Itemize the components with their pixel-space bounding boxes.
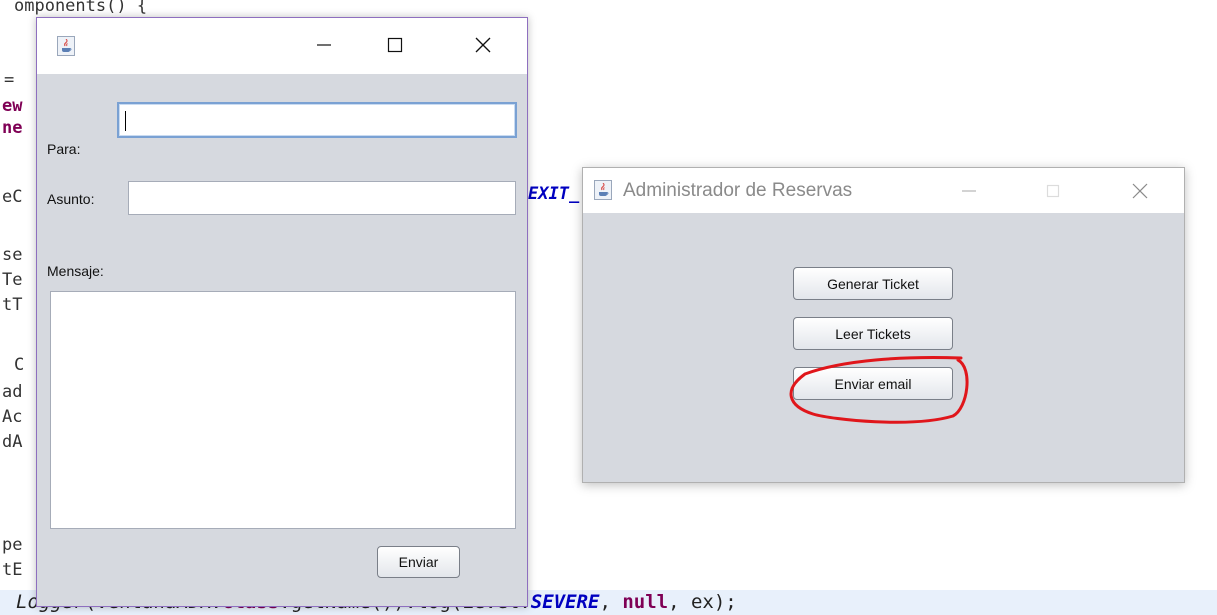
admin-window-title: Administrador de Reservas (623, 180, 853, 201)
code-fragment: eC (2, 187, 23, 207)
code-fragment: dA (2, 432, 23, 452)
mensaje-textarea[interactable] (50, 291, 516, 529)
enviar-button[interactable]: Enviar (377, 546, 460, 578)
close-icon[interactable] (1120, 168, 1160, 213)
minimize-icon[interactable] (949, 168, 989, 213)
code-fragment: ad (2, 382, 23, 402)
code-fragment: Te (2, 270, 23, 290)
code-line-components: omponents() { (14, 0, 148, 16)
maximize-icon[interactable] (375, 22, 415, 67)
code-fragment: ne (2, 118, 23, 138)
generar-ticket-button[interactable]: Generar Ticket (793, 267, 953, 300)
email-window: Para: Asunto: Mensaje: Enviar (36, 17, 528, 607)
code-fragment: = (4, 70, 15, 90)
code-fragment: pe (2, 535, 23, 555)
code-fragment: C (14, 355, 25, 375)
code-fragment: tE (2, 560, 23, 580)
code-fragment: tT (2, 295, 23, 315)
leer-tickets-button[interactable]: Leer Tickets (793, 317, 953, 350)
code-fragment: ew (2, 96, 23, 116)
code-fragment-exit: EXIT_ (528, 184, 580, 204)
close-icon[interactable] (463, 22, 503, 67)
code-fragment: se (2, 245, 23, 265)
java-app-icon (57, 36, 75, 56)
code-fragment: Ac (2, 407, 23, 427)
para-input[interactable] (117, 102, 517, 138)
admin-window-titlebar[interactable]: Administrador de Reservas (583, 168, 1184, 213)
asunto-input[interactable] (128, 181, 516, 215)
maximize-icon[interactable] (1033, 168, 1073, 213)
email-window-titlebar[interactable] (37, 18, 527, 74)
enviar-email-button[interactable]: Enviar email (793, 367, 953, 400)
para-label: Para: (47, 141, 81, 157)
admin-window: Administrador de Reservas Generar Ticket… (582, 167, 1185, 483)
java-app-icon (594, 180, 612, 200)
mensaje-label: Mensaje: (47, 263, 104, 279)
text-caret (125, 111, 126, 131)
minimize-icon[interactable] (304, 22, 344, 67)
asunto-label: Asunto: (47, 191, 95, 207)
